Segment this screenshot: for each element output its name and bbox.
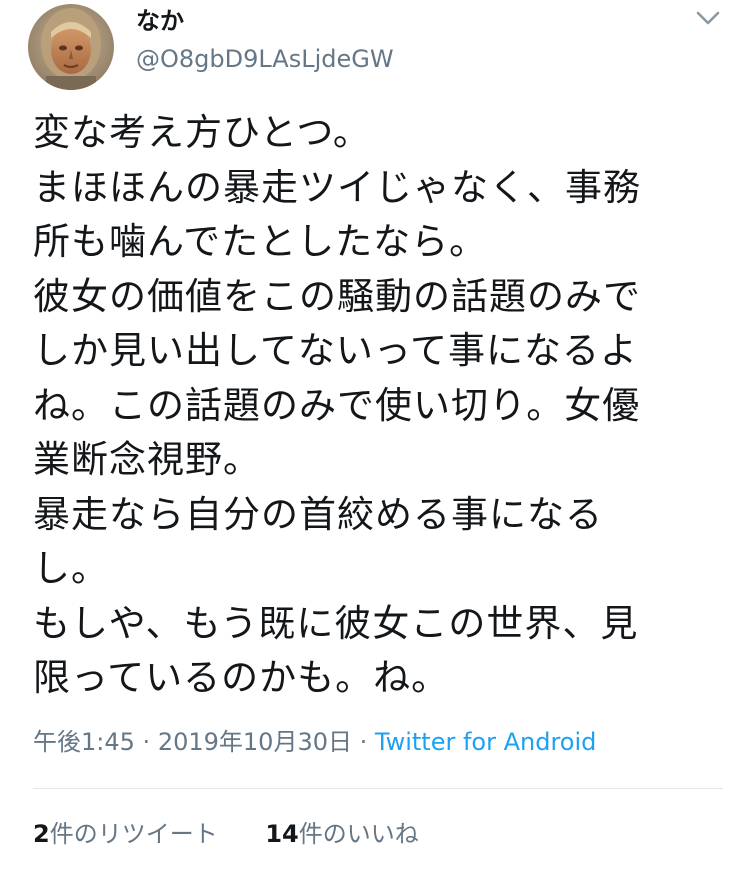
tweet-time[interactable]: 午後1:45 bbox=[33, 728, 135, 756]
likes-label: 件のいいね bbox=[298, 820, 419, 848]
retweets-stat[interactable]: 2件のリツイート bbox=[33, 818, 218, 850]
tweet-text-line: もしや、もう既に彼女この世界、見 bbox=[33, 601, 639, 645]
meta-separator: · bbox=[359, 728, 368, 756]
tweet-text-line: し。 bbox=[33, 547, 109, 590]
likes-count: 14 bbox=[265, 820, 299, 848]
meta-separator: · bbox=[142, 728, 151, 756]
tweet-text-line: しか見い出してないって事になるよ bbox=[33, 329, 639, 372]
tweet-metadata: 午後1:45 · 2019年10月30日 · Twitter for Andro… bbox=[33, 726, 596, 758]
display-name[interactable]: なか bbox=[136, 6, 184, 36]
profile-photo-face-icon bbox=[28, 4, 114, 90]
chevron-down-icon bbox=[696, 11, 720, 25]
tweet-text-line: 限っているのかも。ね。 bbox=[33, 656, 450, 699]
avatar[interactable] bbox=[28, 4, 114, 90]
tweet-text-line: ね。この話題のみで使い切り。女優 bbox=[33, 383, 641, 427]
engagement-stats: 2件のリツイート 14件のいいね bbox=[33, 818, 419, 850]
likes-stat[interactable]: 14件のいいね bbox=[265, 818, 418, 850]
tweet-text-line: 所も噛んでたとしたなら。 bbox=[33, 220, 488, 263]
tweet-text-line: 業断念視野。 bbox=[33, 438, 261, 481]
user-handle[interactable]: @O8gbD9LAsLjdeGW bbox=[136, 44, 394, 74]
tweet-text-line: 変な考え方ひとつ。 bbox=[33, 111, 371, 154]
retweets-label: 件のリツイート bbox=[49, 820, 218, 848]
retweets-count: 2 bbox=[33, 820, 50, 848]
tweet-text-line: まほほんの暴走ツイじゃなく、事務 bbox=[33, 165, 641, 209]
tweet-source-link[interactable]: Twitter for Android bbox=[375, 728, 596, 756]
tweet-date[interactable]: 2019年10月30日 bbox=[158, 728, 352, 756]
tweet-menu-button[interactable] bbox=[688, 4, 728, 36]
tweet-text: 変な考え方ひとつ。 まほほんの暴走ツイじゃなく、事務 所も噛んでたとしたなら。 … bbox=[33, 106, 723, 706]
tweet-text-line: 暴走なら自分の首絞める事になる bbox=[33, 492, 603, 536]
divider bbox=[33, 788, 723, 789]
tweet-text-line: 彼女の価値をこの騒動の話題のみで bbox=[33, 274, 641, 318]
